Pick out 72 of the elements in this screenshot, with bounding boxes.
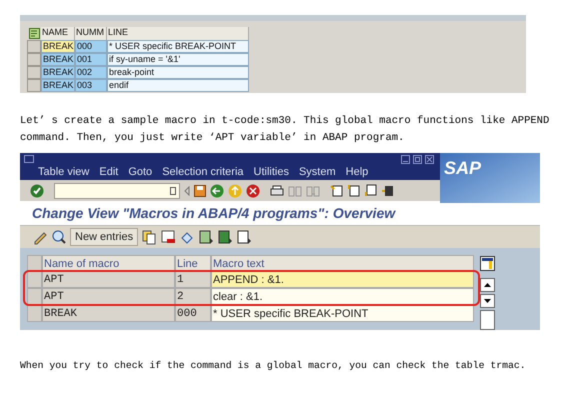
table-cell: 2 [175,288,211,305]
scroll-down-button[interactable] [480,294,495,308]
menu-item[interactable]: Help [346,164,368,180]
table-cell: BREAK [41,79,75,92]
column-header[interactable]: Line [175,255,211,271]
new-entries-button[interactable]: New entries [70,228,138,246]
window-menu-icon[interactable] [24,155,34,163]
input-field[interactable]: * USER specific BREAK-POINT [211,305,474,322]
table-cell: if sy-uname = '&1' [107,53,249,66]
menu-item[interactable]: Goto [128,164,152,180]
save-icon[interactable] [194,184,206,197]
table-cell: 003 [75,79,107,92]
table-cell: BREAK [42,305,175,322]
close-icon[interactable] [425,155,434,164]
table-cell: BREAK [41,53,75,66]
row-selector[interactable] [27,271,42,288]
table-cell: APT [42,271,175,288]
menu-item[interactable]: Table view [38,164,90,180]
paragraph: Let’ s create a sample macro in t-code:sm30. This global macro functions like APPEND command. Then, you just write ‘APT variable’ in ABAP program. [20,114,550,146]
delete-row-icon[interactable] [160,228,176,245]
column-header[interactable]: Name of macro [42,255,175,271]
first-page-icon[interactable] [330,184,343,198]
table-cell: 000 [75,40,107,53]
column-header[interactable]: NAME [41,27,75,40]
print-icon[interactable] [270,184,284,197]
up-arrow-icon [484,283,491,287]
magnifier-icon[interactable] [51,228,67,245]
table-cell: BREAK [41,66,75,79]
scroll-up-button[interactable] [480,278,495,292]
column-header[interactable]: LINE [107,27,249,40]
minimize-icon[interactable] [401,155,410,164]
triangle-icon[interactable] [184,186,190,196]
sap-logo: SAP [444,157,482,180]
menu-item[interactable]: Edit [99,164,118,180]
table-settings-icon[interactable] [28,28,40,39]
back-icon[interactable] [210,184,224,198]
select-block-icon[interactable] [217,228,234,245]
deselect-icon[interactable] [236,228,252,245]
table-cell: * USER specific BREAK-POINT [107,40,249,53]
menu-item[interactable]: Selection criteria [162,164,244,180]
scrollbar-track[interactable] [480,310,495,330]
screen-title: Change View "Macros in ABAP/4 programs": Overview [32,204,396,223]
column-header[interactable]: Macro text [211,255,474,271]
menu-item[interactable]: Utilities [254,164,289,180]
down-arrow-icon [484,299,491,303]
row-selector[interactable] [27,288,42,305]
table-cell: 001 [75,53,107,66]
input-field[interactable]: clear : &1. [211,288,474,305]
last-page-icon[interactable] [381,184,394,198]
cancel-icon[interactable] [246,184,260,198]
table-cell: break-point [107,66,249,79]
maximize-icon[interactable] [413,155,422,164]
column-settings-icon[interactable] [480,256,495,271]
menu-item[interactable]: System [298,164,336,180]
command-field[interactable] [54,182,180,199]
select-all-icon[interactable] [198,228,214,245]
table-cell: 1 [175,271,211,288]
table-cell: BREAK [41,40,75,53]
row-selector[interactable] [27,305,42,322]
table-cell: APT [42,288,175,305]
dropdown-icon [170,186,176,195]
previous-page-icon[interactable] [347,184,360,198]
copy-icon[interactable] [141,228,158,245]
table-cell: 000 [175,305,211,322]
input-field[interactable]: APPEND : &1. [211,271,474,288]
table-cell: endif [107,79,249,92]
next-page-icon[interactable] [364,184,377,198]
paragraph: When you try to check if the command is a global macro, you can check the table trmac. [20,359,526,373]
column-header[interactable]: NUMM [75,27,107,40]
table-cell: 002 [75,66,107,79]
row-selector[interactable] [27,255,42,271]
check-icon[interactable] [30,184,44,198]
